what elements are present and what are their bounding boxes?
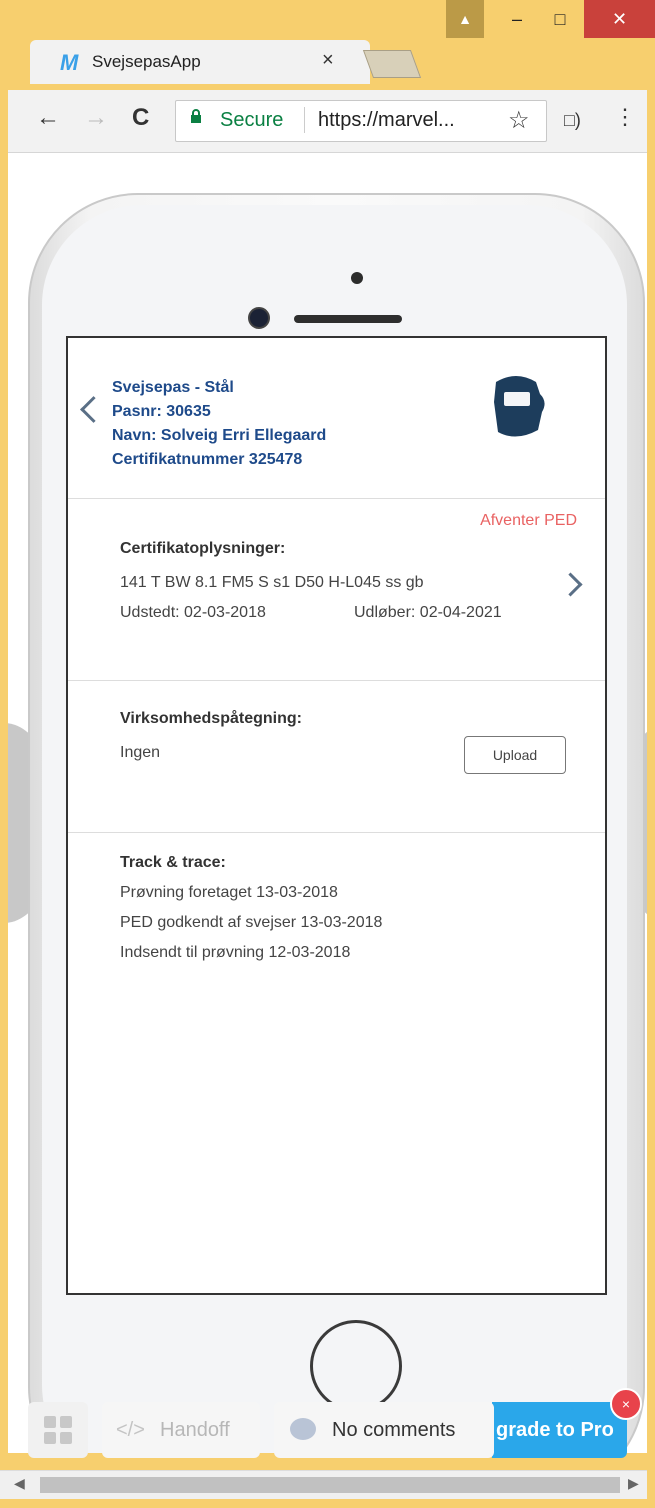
- url-field[interactable]: Secure https://marvel... ☆: [175, 100, 547, 142]
- certificate-code: 141 T BW 8.1 FM5 S s1 D50 H-L045 ss gb: [120, 574, 424, 591]
- company-endorsement-section: Virksomhedspåtegning: Ingen Upload: [68, 682, 605, 833]
- track-title: Track & trace:: [120, 854, 226, 871]
- track-item: Prøvning foretaget 13-03-2018: [120, 884, 338, 901]
- browser-window: M SvejsepasApp × ▲ – □ ✕ ← → C Secure ht…: [0, 0, 655, 1508]
- issued-date: Udstedt: 02-03-2018: [120, 604, 266, 621]
- back-arrow-icon[interactable]: ←: [36, 104, 60, 132]
- comment-bubble-icon: [290, 1418, 316, 1440]
- upgrade-label: grade to Pro: [496, 1419, 614, 1441]
- welding-helmet-icon: [494, 376, 545, 437]
- chevron-right-icon[interactable]: [558, 572, 583, 597]
- comments-label: No comments: [332, 1419, 456, 1441]
- passport-info: Svejsepas - Stål Pasnr: 30635 Navn: Solv…: [112, 376, 326, 472]
- browser-tab[interactable]: M SvejsepasApp ×: [30, 40, 370, 84]
- passport-type: Svejsepas - Stål: [112, 379, 234, 396]
- certificate-section[interactable]: Afventer PED Certifikatoplysninger: 141 …: [68, 500, 605, 681]
- grid-icon: [60, 1432, 72, 1444]
- browser-menu-icon[interactable]: ⋮: [614, 104, 636, 130]
- speaker-grille: [294, 315, 402, 323]
- code-icon: </>: [116, 1419, 145, 1441]
- cast-icon[interactable]: □): [564, 110, 581, 131]
- camera-icon: [248, 307, 270, 329]
- handoff-button[interactable]: </> Handoff: [102, 1402, 260, 1458]
- scrollbar-thumb[interactable]: [40, 1477, 620, 1493]
- lock-icon: [191, 109, 201, 123]
- upload-button[interactable]: Upload: [464, 736, 566, 774]
- new-tab-button[interactable]: [362, 50, 422, 78]
- track-item: PED godkendt af svejser 13-03-2018: [120, 914, 383, 931]
- back-chevron-icon[interactable]: [80, 396, 107, 423]
- welder-name: Navn: Solveig Erri Ellegaard: [112, 427, 327, 444]
- app-screen: Svejsepas - Stål Pasnr: 30635 Navn: Solv…: [66, 336, 607, 1295]
- url-text[interactable]: https://marvel...: [318, 109, 455, 132]
- marvel-toolbar: </> Handoff grade to Pro No comments ×: [0, 1388, 647, 1468]
- grid-icon: [44, 1416, 56, 1428]
- minimize-button[interactable]: –: [497, 0, 537, 38]
- passport-number: Pasnr: 30635: [112, 403, 211, 420]
- comments-button[interactable]: No comments: [274, 1402, 494, 1458]
- forward-arrow-icon[interactable]: →: [84, 104, 108, 132]
- expiry-date: Udløber: 02-04-2021: [354, 604, 502, 621]
- screens-grid-button[interactable]: [28, 1402, 88, 1458]
- close-upgrade-icon[interactable]: ×: [610, 1388, 642, 1420]
- company-endorsement-title: Virksomhedspåtegning:: [120, 710, 302, 727]
- user-profile-icon[interactable]: ▲: [446, 0, 484, 38]
- maximize-button[interactable]: □: [540, 0, 580, 38]
- company-endorsement-value: Ingen: [120, 744, 161, 761]
- grid-icon: [60, 1416, 72, 1428]
- marvel-logo-icon: M: [60, 50, 79, 75]
- track-trace-section: Track & trace: Prøvning foretaget 13-03-…: [68, 834, 605, 1134]
- upgrade-button[interactable]: grade to Pro: [492, 1402, 627, 1458]
- certificate-number: Certifikatnummer 325478: [112, 451, 303, 468]
- scroll-left-icon[interactable]: ◀: [14, 1475, 25, 1492]
- bookmark-star-icon[interactable]: ☆: [508, 106, 530, 135]
- status-badge: Afventer PED: [480, 512, 577, 529]
- divider: [304, 107, 305, 133]
- address-bar: ← → C Secure https://marvel... ☆ □) ⋮: [8, 90, 647, 153]
- horizontal-scrollbar[interactable]: ◀ ▶: [0, 1470, 647, 1499]
- tab-close-icon[interactable]: ×: [322, 49, 334, 72]
- title-bar: M SvejsepasApp × ▲ – □ ✕: [0, 0, 655, 84]
- close-window-button[interactable]: ✕: [584, 0, 655, 38]
- track-item: Indsendt til prøvning 12-03-2018: [120, 944, 351, 961]
- secure-label: Secure: [220, 109, 284, 131]
- grid-icon: [44, 1432, 56, 1444]
- handoff-label: Handoff: [160, 1419, 230, 1441]
- tab-title: SvejsepasApp: [92, 52, 201, 71]
- scroll-right-icon[interactable]: ▶: [628, 1475, 639, 1492]
- reload-icon[interactable]: C: [132, 104, 149, 132]
- sensor-dot: [351, 272, 363, 284]
- prototype-stage: Svejsepas - Stål Pasnr: 30635 Navn: Solv…: [8, 153, 647, 1453]
- certificate-title: Certifikatoplysninger:: [120, 540, 286, 557]
- app-header: Svejsepas - Stål Pasnr: 30635 Navn: Solv…: [68, 338, 605, 499]
